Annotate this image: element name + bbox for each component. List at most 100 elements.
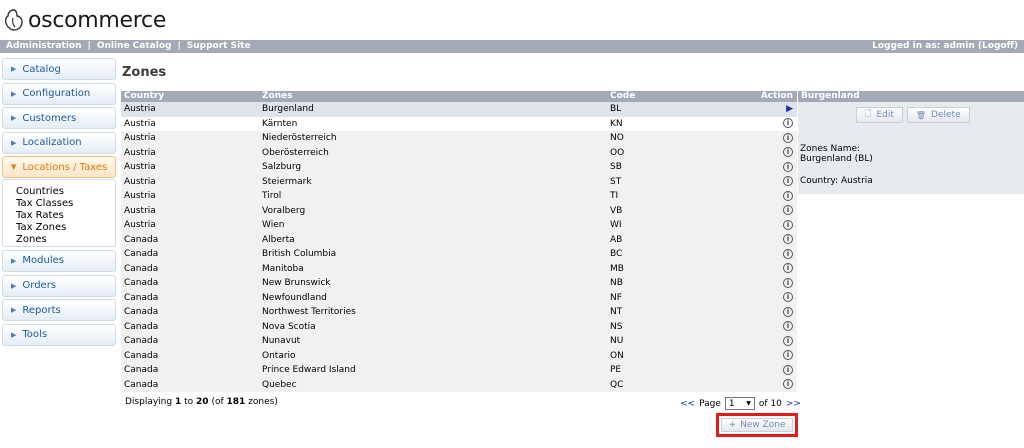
table-row[interactable]: Austria Voralberg VB i — [121, 203, 797, 218]
sidebar-item-reports[interactable]: ▶ Reports — [2, 299, 116, 322]
info-icon[interactable]: i — [783, 118, 793, 128]
cell-code: NU — [610, 336, 624, 346]
cell-zone: Niederösterreich — [262, 133, 337, 143]
triangle-right-icon: ▶ — [11, 114, 17, 123]
info-icon[interactable]: i — [783, 176, 793, 186]
submenu-tax-rates[interactable]: Tax Rates — [16, 210, 115, 222]
zone-name-info: Zones Name: Burgenland (BL) — [800, 144, 873, 164]
cell-code: MB — [610, 263, 624, 274]
logo[interactable]: oscommerce — [4, 6, 166, 34]
info-icon[interactable]: i — [783, 379, 793, 389]
cell-zone: Ontario — [262, 350, 296, 361]
administration-link[interactable]: Administration — [6, 41, 82, 51]
table-row[interactable]: Canada Manitoba MB i — [121, 261, 797, 277]
table-row[interactable]: Canada Nunavut NU i — [121, 334, 797, 349]
table-row[interactable]: Austria Burgenland BL ▶ — [121, 102, 797, 117]
table-row[interactable]: Canada Quebec QC i — [121, 377, 797, 392]
cell-code: QC — [610, 379, 624, 390]
prev-page-link[interactable]: << — [680, 399, 695, 409]
info-icon[interactable]: i — [783, 321, 793, 331]
cell-action: i — [727, 320, 797, 335]
online-catalog-link[interactable]: Online Catalog — [97, 41, 172, 51]
info-icon[interactable]: i — [783, 350, 793, 360]
sidebar-item-catalog[interactable]: ▶ Catalog — [2, 58, 116, 80]
sidebar-item-modules[interactable]: ▶ Modules — [2, 249, 116, 272]
selected-arrow-icon[interactable]: ▶ — [786, 104, 793, 114]
submenu-countries[interactable]: Countries — [16, 186, 115, 198]
cell-code: NF — [610, 292, 622, 303]
triangle-right-icon: ▶ — [11, 306, 17, 315]
table-row[interactable]: Austria Salzburg SB i — [121, 160, 797, 175]
cell-code: AB — [610, 234, 623, 245]
info-icon[interactable]: i — [783, 277, 793, 288]
info-icon[interactable]: i — [783, 306, 793, 317]
cell-country: Austria — [124, 220, 156, 230]
table-row[interactable]: Canada Prince Edward Island PE i — [121, 363, 797, 378]
submenu-tax-zones[interactable]: Tax Zones — [16, 222, 115, 234]
sidebar-item-locations-taxes[interactable]: ▼ Locations / Taxes — [2, 156, 116, 179]
submenu-zones[interactable]: Zones — [16, 234, 115, 246]
info-icon[interactable]: i — [783, 161, 793, 172]
cell-country: Austria — [124, 118, 156, 129]
header-code: Code — [610, 91, 636, 101]
cell-action: i — [727, 291, 797, 306]
table-row[interactable]: Austria Wien WI i — [121, 218, 797, 233]
chevron-down-icon: ▼ — [746, 400, 751, 407]
cell-country: Austria — [124, 205, 156, 216]
page-select[interactable]: 1 ▼ — [724, 397, 755, 410]
table-row[interactable]: Austria Niederösterreich NO i — [121, 131, 797, 146]
cell-country: Canada — [124, 307, 159, 317]
cell-zone: Nunavut — [262, 336, 301, 346]
sidebar-item-orders[interactable]: ▶ Orders — [2, 274, 116, 297]
table-row[interactable]: Canada British Columbia BC i — [121, 247, 797, 262]
info-icon[interactable]: i — [783, 219, 793, 230]
cell-action: i — [727, 160, 797, 175]
cell-country: Austria — [124, 133, 156, 143]
cell-code: SB — [610, 162, 622, 172]
info-icon[interactable]: i — [783, 335, 793, 346]
login-status[interactable]: Logged in as: admin (Logoff) — [872, 40, 1018, 53]
table-row[interactable]: Canada Northwest Territories NT i — [121, 305, 797, 320]
info-icon[interactable]: i — [783, 205, 793, 215]
zones-table: Country Zones Code Action Austria Burgenl… — [121, 91, 797, 392]
table-row[interactable]: Austria Tirol TI i — [121, 189, 797, 204]
info-icon[interactable]: i — [783, 132, 793, 143]
info-icon[interactable]: i — [783, 292, 793, 302]
page-of-label: of 10 — [758, 398, 782, 409]
info-icon[interactable]: i — [783, 234, 793, 244]
info-panel-heading: Burgenland — [798, 91, 1024, 102]
table-row[interactable]: Canada Ontario ON i — [121, 348, 797, 364]
table-row[interactable]: Canada New Brunswick NB i — [121, 276, 797, 291]
header-action: Action — [760, 91, 793, 101]
cell-zone: Newfoundland — [262, 292, 327, 303]
cell-country: Canada — [124, 365, 159, 375]
info-icon[interactable]: i — [783, 248, 793, 259]
table-row[interactable]: Canada Nova Scotia NS i — [121, 319, 797, 335]
next-page-link[interactable]: >> — [786, 399, 801, 409]
table-row[interactable]: Canada Newfoundland NF i — [121, 290, 797, 306]
cell-action: i — [727, 146, 797, 161]
info-icon[interactable]: i — [783, 147, 793, 157]
edit-button[interactable]: 🗋 Edit — [856, 107, 903, 123]
info-icon[interactable]: i — [783, 190, 793, 201]
cell-country: Austria — [124, 191, 156, 201]
sidebar-item-customers[interactable]: ▶ Customers — [2, 107, 116, 130]
delete-button[interactable]: 🗑 Delete — [906, 107, 970, 123]
new-zone-button[interactable]: + New Zone — [721, 418, 793, 432]
info-icon[interactable]: i — [783, 263, 793, 273]
cell-action: i — [727, 349, 797, 364]
document-icon: 🗋 — [865, 109, 872, 118]
table-row[interactable]: Austria Oberösterreich OO i — [121, 145, 797, 161]
trash-icon: 🗑 — [915, 110, 927, 120]
info-icon[interactable]: i — [783, 364, 793, 375]
table-row[interactable]: Canada Alberta AB i — [121, 232, 797, 247]
submenu-tax-classes[interactable]: Tax Classes — [16, 198, 115, 210]
cell-action: i — [727, 262, 797, 277]
header-zones: Zones — [262, 91, 293, 101]
sidebar-item-tools[interactable]: ▶ Tools — [2, 323, 116, 346]
table-row[interactable]: Austria Kärnten KN i — [121, 116, 797, 131]
sidebar-item-configuration[interactable]: ▶ Configuration — [2, 82, 116, 105]
table-row[interactable]: Austria Steiermark ST i — [121, 174, 797, 189]
support-site-link[interactable]: Support Site — [187, 41, 251, 51]
sidebar-item-localization[interactable]: ▶ Localization — [2, 131, 116, 154]
